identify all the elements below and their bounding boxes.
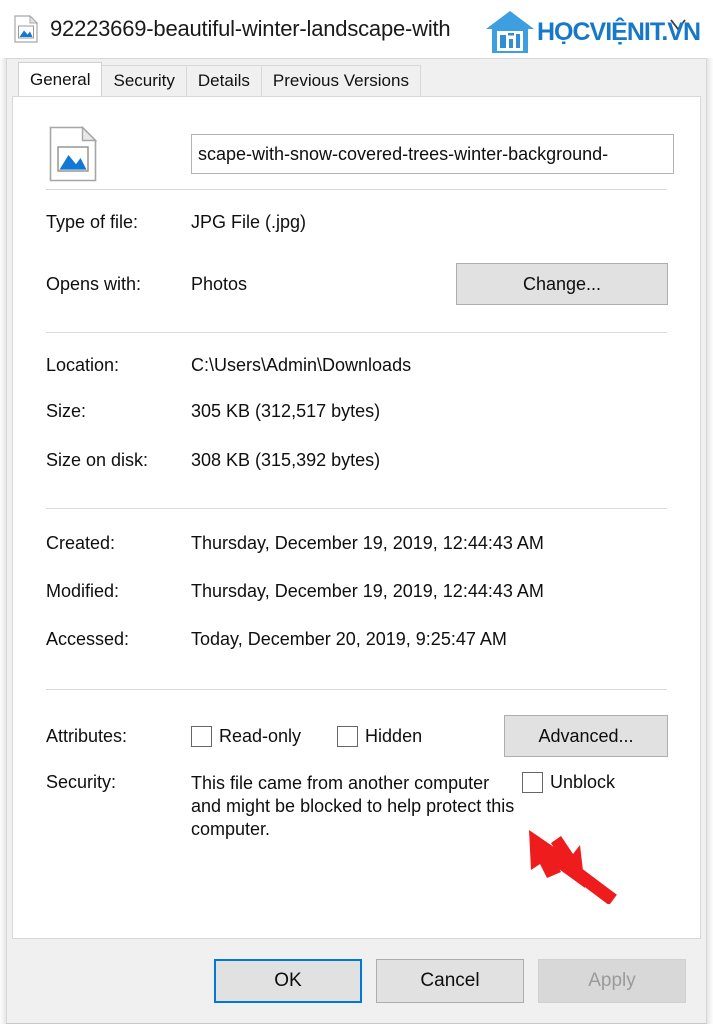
general-tab-page: Type of file: JPG File (.jpg) Opens with… xyxy=(12,96,701,939)
file-dates-group: Created: Thursday, December 19, 2019, 12… xyxy=(13,509,700,669)
dialog-body: General Security Details Previous Versio… xyxy=(6,58,707,1024)
properties-dialog-window: 92223669-beautiful-winter-landscape-with… xyxy=(0,0,713,1024)
security-message: This file came from another computer and… xyxy=(191,773,515,840)
attributes-group: Attributes: Read-only Hidden Advanced... xyxy=(13,690,700,841)
type-of-file-row: Type of file: JPG File (.jpg) xyxy=(46,212,667,258)
size-value: 305 KB (312,517 bytes) xyxy=(191,401,381,421)
unblock-checkbox-box xyxy=(521,772,543,793)
dialog-footer: OK Cancel Apply xyxy=(7,939,706,1023)
size-on-disk-value: 308 KB (315,392 bytes) xyxy=(191,450,381,470)
read-only-label: Read-only xyxy=(219,725,302,746)
created-row: Created: Thursday, December 19, 2019, 12… xyxy=(46,533,667,581)
apply-button: Apply xyxy=(538,959,686,1003)
created-label: Created: xyxy=(46,533,116,553)
size-label: Size: xyxy=(46,401,87,421)
ok-button-label: OK xyxy=(274,970,302,991)
tab-details-label: Details xyxy=(197,71,250,90)
unblock-label: Unblock xyxy=(549,772,615,792)
hidden-checkbox-box xyxy=(337,725,359,747)
tab-general-label: General xyxy=(30,69,91,89)
change-button-label: Change... xyxy=(522,273,602,294)
opens-with-label: Opens with: xyxy=(46,273,142,294)
accessed-label: Accessed: xyxy=(46,629,130,649)
tab-general[interactable]: General xyxy=(18,62,103,96)
created-value: Thursday, December 19, 2019, 12:44:43 AM xyxy=(191,533,544,553)
filename-input[interactable] xyxy=(191,134,674,174)
hidden-checkbox[interactable]: Hidden xyxy=(337,725,423,747)
modified-value: Thursday, December 19, 2019, 12:44:43 AM xyxy=(191,581,544,601)
window-title: 92223669-beautiful-winter-landscape-with xyxy=(50,16,451,41)
file-header-row xyxy=(13,119,700,189)
title-bar: 92223669-beautiful-winter-landscape-with… xyxy=(0,0,713,58)
location-row: Location: C:\Users\Admin\Downloads xyxy=(46,355,667,401)
size-on-disk-row: Size on disk: 308 KB (315,392 bytes) xyxy=(46,450,667,490)
close-icon[interactable] xyxy=(657,8,699,42)
size-on-disk-label: Size on disk: xyxy=(46,450,149,470)
ok-button[interactable]: OK xyxy=(214,959,362,1003)
modified-label: Modified: xyxy=(46,581,120,601)
size-row: Size: 305 KB (312,517 bytes) xyxy=(46,401,667,450)
tab-previous-versions-label: Previous Versions xyxy=(272,71,409,90)
tab-strip: General Security Details Previous Versio… xyxy=(7,59,706,96)
cancel-button-label: Cancel xyxy=(420,970,480,991)
accessed-value: Today, December 20, 2019, 9:25:47 AM xyxy=(191,629,507,649)
file-type-group: Type of file: JPG File (.jpg) Opens with… xyxy=(13,190,700,310)
file-size-group: Location: C:\Users\Admin\Downloads Size:… xyxy=(13,333,700,490)
tab-previous-versions[interactable]: Previous Versions xyxy=(260,65,421,96)
change-button[interactable]: Change... xyxy=(456,263,668,305)
opens-with-value: Photos xyxy=(191,273,248,294)
tab-details[interactable]: Details xyxy=(185,65,262,96)
image-file-icon xyxy=(14,14,39,43)
security-label: Security: xyxy=(46,772,117,792)
modified-row: Modified: Thursday, December 19, 2019, 1… xyxy=(46,581,667,629)
read-only-checkbox-box xyxy=(191,725,212,747)
tab-security-label: Security xyxy=(113,71,175,90)
location-label: Location: xyxy=(46,355,120,375)
tab-security[interactable]: Security xyxy=(101,65,187,96)
read-only-checkbox[interactable]: Read-only xyxy=(191,725,302,747)
image-file-icon xyxy=(49,125,98,182)
advanced-button[interactable]: Advanced... xyxy=(504,715,668,757)
hidden-label: Hidden xyxy=(365,725,423,746)
unblock-checkbox[interactable]: Unblock xyxy=(521,772,615,793)
security-row: Security: This file came from another co… xyxy=(46,772,667,841)
apply-button-label: Apply xyxy=(588,970,636,991)
accessed-row: Accessed: Today, December 20, 2019, 9:25… xyxy=(46,629,667,669)
type-of-file-value: JPG File (.jpg) xyxy=(191,212,307,232)
location-value: C:\Users\Admin\Downloads xyxy=(191,355,412,375)
window-right-edge xyxy=(707,58,713,1024)
opens-with-row: Opens with: Photos Change... xyxy=(46,258,668,310)
attributes-label: Attributes: xyxy=(46,725,128,746)
cancel-button[interactable]: Cancel xyxy=(376,959,524,1003)
advanced-button-label: Advanced... xyxy=(538,725,634,746)
attributes-row: Attributes: Read-only Hidden Advanced... xyxy=(46,714,668,758)
type-of-file-label: Type of file: xyxy=(46,212,139,232)
